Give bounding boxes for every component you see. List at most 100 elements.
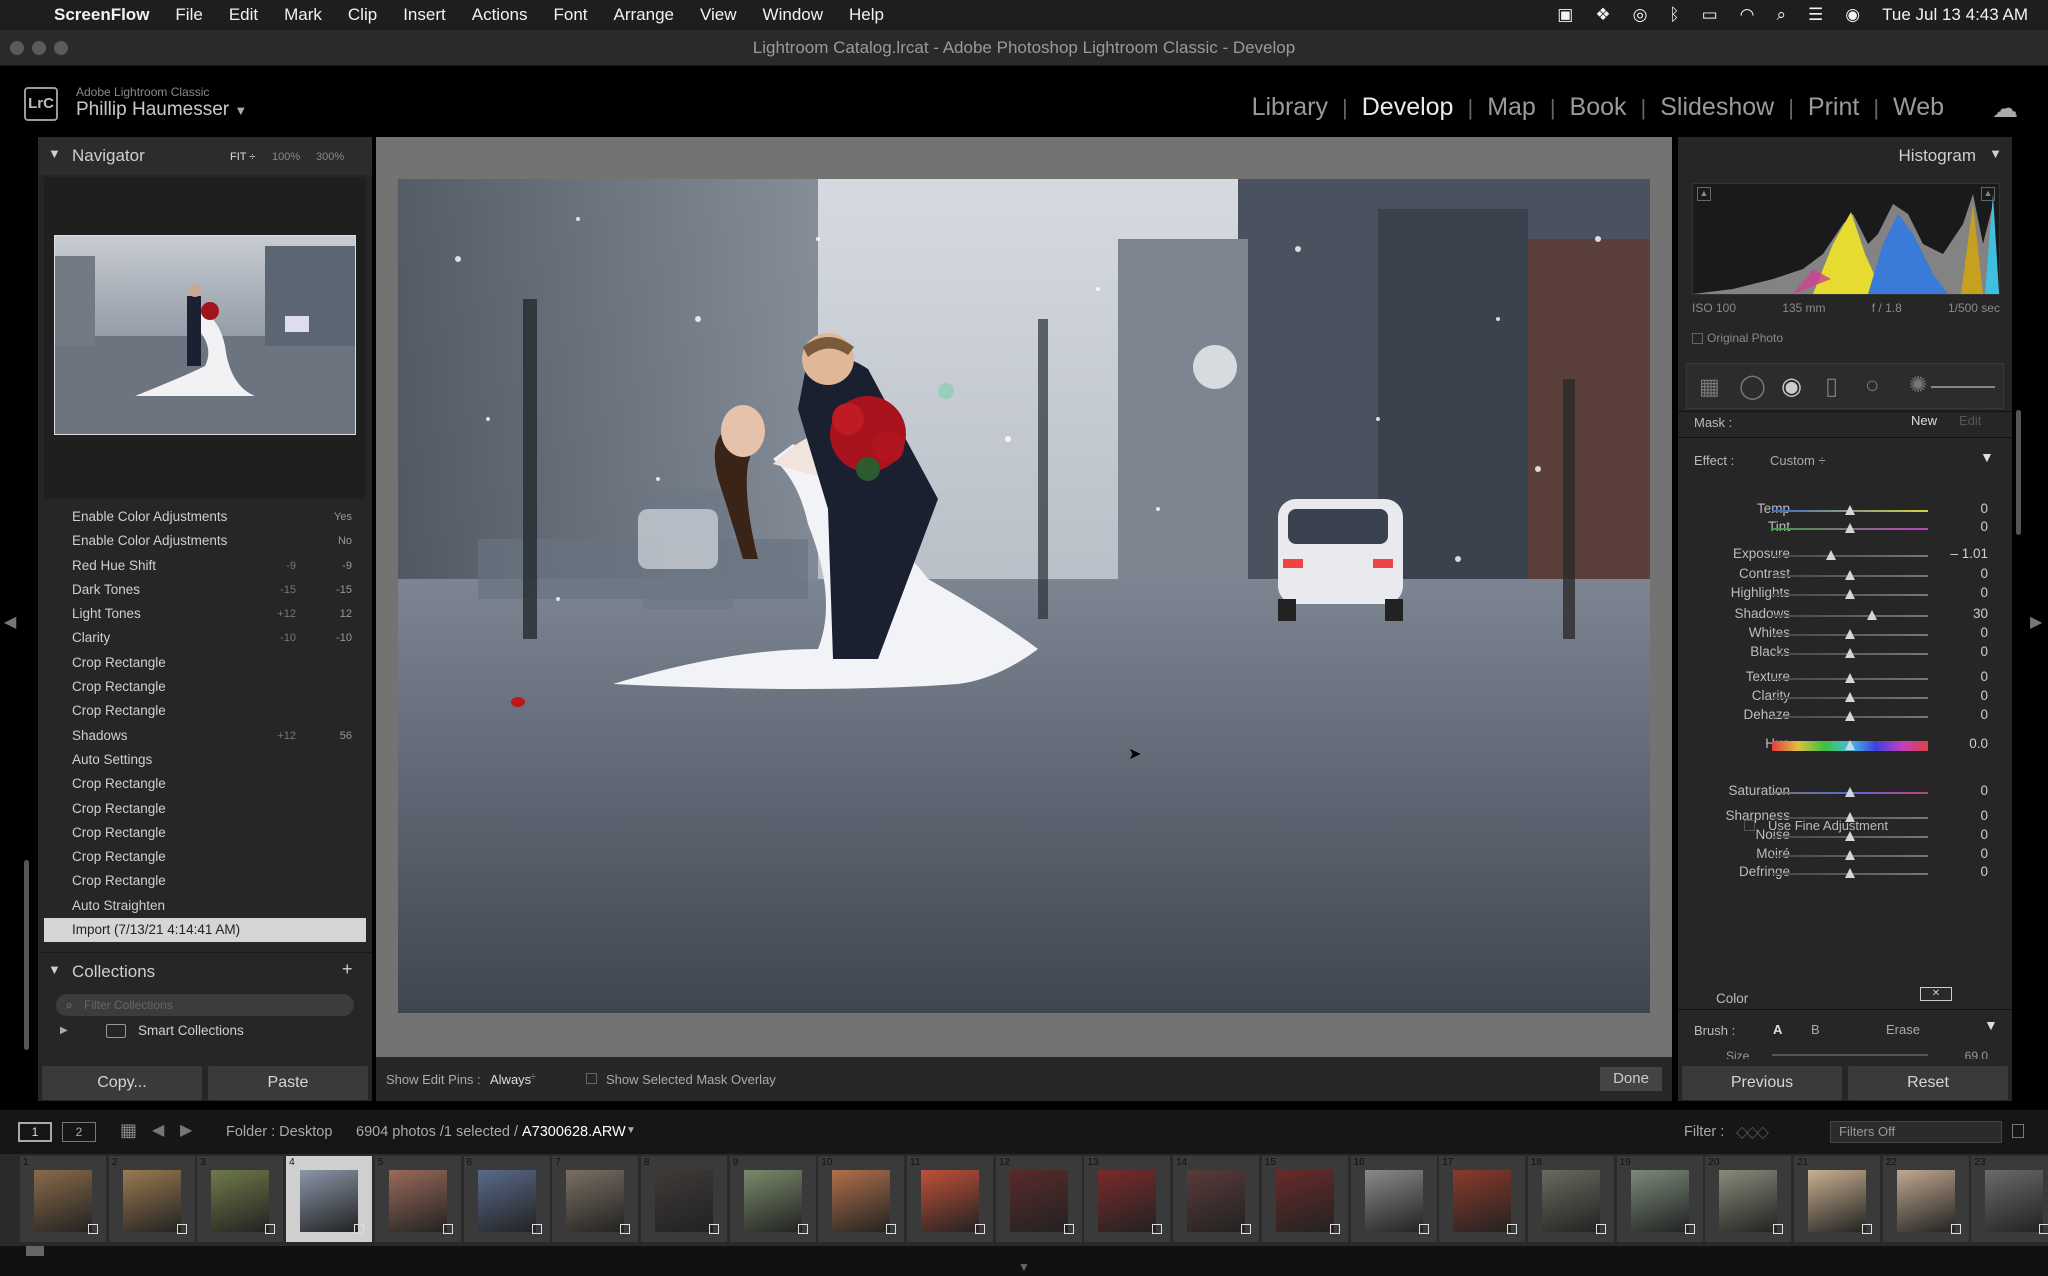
collapse-triangle-icon[interactable]: ▼ [48, 962, 61, 977]
add-collection-icon[interactable]: + [342, 959, 353, 980]
slider-thumb[interactable] [1845, 673, 1855, 683]
history-item[interactable]: Auto Settings [44, 748, 366, 772]
filter-lock-icon[interactable] [2012, 1124, 2024, 1138]
menu-window[interactable]: Window [763, 5, 823, 25]
spot-removal-icon[interactable]: ◯ [1739, 372, 1766, 401]
brush-b-button[interactable]: B [1811, 1022, 1820, 1037]
filmstrip-thumbnail[interactable]: 3 [197, 1156, 284, 1242]
slider-value[interactable]: 0 [1980, 585, 1988, 600]
chevron-down-icon[interactable]: ▼ [626, 1125, 636, 1136]
filter-collections-input[interactable]: ⌕ Filter Collections [56, 994, 354, 1016]
menu-file[interactable]: File [175, 5, 202, 25]
identity-plate-user[interactable]: Phillip Haumesser ▼ [76, 99, 247, 121]
slider-texture[interactable]: Texture 0 [1678, 668, 2012, 688]
slider-tint[interactable]: Tint 0 [1678, 518, 2012, 538]
copy-button[interactable]: Copy... [42, 1066, 202, 1100]
slider-thumb[interactable] [1845, 812, 1855, 822]
history-item[interactable]: Red Hue Shift -9 -9 [44, 554, 366, 578]
slider-value[interactable]: 0 [1980, 707, 1988, 722]
slider-value[interactable]: 0 [1980, 519, 1988, 534]
filter-preset-select[interactable]: Filters Off [1830, 1121, 2002, 1143]
slider-hue[interactable]: Hue0.0 [1678, 735, 2012, 755]
history-item[interactable]: Enable Color Adjustments No [44, 529, 366, 553]
slider-defringe[interactable]: Defringe 0 [1678, 863, 2012, 883]
brush-erase-button[interactable]: Erase [1886, 1022, 1920, 1037]
slider-moir-[interactable]: Moiré 0 [1678, 845, 2012, 865]
menu-edit[interactable]: Edit [229, 5, 258, 25]
module-develop[interactable]: Develop [1348, 93, 1468, 122]
menu-insert[interactable]: Insert [403, 5, 446, 25]
grid-view-icon[interactable]: ▦ [120, 1120, 137, 1141]
filmstrip-thumbnail[interactable]: 23 [1971, 1156, 2048, 1242]
collections-header[interactable]: ▼ Collections + [38, 952, 372, 990]
filmstrip-thumbnail[interactable]: 11 [907, 1156, 993, 1242]
module-slideshow[interactable]: Slideshow [1646, 93, 1788, 122]
filmstrip-thumbnail[interactable]: 22 [1882, 1156, 1969, 1242]
slider-value[interactable]: – 1.01 [1950, 546, 1988, 561]
history-item[interactable]: Auto Straighten [44, 894, 366, 918]
slider-value[interactable]: 0 [1980, 566, 1988, 581]
source-folder[interactable]: Folder : Desktop [226, 1124, 332, 1140]
brush-size-row[interactable]: Size 69.0 [1678, 1045, 2012, 1059]
effect-select[interactable]: Custom ÷ [1770, 453, 1826, 468]
zoom-100[interactable]: 100% [272, 151, 300, 163]
slider-saturation[interactable]: Saturation 0 [1678, 782, 2012, 802]
reset-button[interactable]: Reset [1848, 1066, 2008, 1100]
filmstrip-thumbnail[interactable]: 7 [552, 1156, 639, 1242]
filmstrip-thumbnail[interactable]: 21 [1794, 1156, 1880, 1242]
bluetooth-icon[interactable]: ᛒ [1669, 5, 1679, 25]
filmstrip-scrollbar[interactable] [26, 1246, 44, 1256]
filmstrip-thumbnail[interactable]: 20 [1705, 1156, 1792, 1242]
slider-value[interactable]: 0 [1980, 827, 1988, 842]
left-panel-scrollbar[interactable] [24, 860, 29, 1050]
filmstrip-thumbnail[interactable]: 12 [995, 1156, 1082, 1242]
slider-value[interactable]: 0.0 [1969, 736, 1988, 751]
zoom-window-button[interactable] [54, 41, 68, 55]
menu-actions[interactable]: Actions [472, 5, 528, 25]
slider-value[interactable]: 0 [1980, 783, 1988, 798]
smart-collections-item[interactable]: Smart Collections [138, 1023, 244, 1038]
close-window-button[interactable] [10, 41, 24, 55]
menu-clip[interactable]: Clip [348, 5, 377, 25]
slider-value[interactable]: 0 [1980, 846, 1988, 861]
history-item[interactable]: Crop Rectangle [44, 772, 366, 796]
module-map[interactable]: Map [1473, 93, 1550, 122]
brush-icon[interactable]: ✺ [1909, 372, 1927, 398]
filmstrip-thumbnail[interactable]: 6 [463, 1156, 550, 1242]
bottom-panel-toggle-icon[interactable]: ▼ [1018, 1260, 1030, 1274]
brush-size-track[interactable] [1772, 1054, 1928, 1056]
right-panel-toggle-icon[interactable]: ▶ [2030, 612, 2042, 632]
mask-edit-button[interactable]: Edit [1959, 413, 1981, 428]
previous-button[interactable]: Previous [1682, 1066, 1842, 1100]
filmstrip-thumbnail[interactable]: 15 [1261, 1156, 1348, 1242]
collapse-triangle-icon[interactable]: ▼ [1980, 449, 1994, 465]
control-center-icon[interactable]: ☰ [1808, 5, 1823, 25]
slider-value[interactable]: 0 [1980, 501, 1988, 516]
crop-overlay-icon[interactable]: ▦ [1699, 374, 1720, 400]
filmstrip-thumbnail[interactable]: 4 [286, 1156, 373, 1242]
selected-filename[interactable]: A7300628.ARW [522, 1124, 626, 1140]
filmstrip-thumbnail[interactable]: 5 [374, 1156, 461, 1242]
masking-icon[interactable]: ◉ [1781, 372, 1802, 401]
original-photo-toggle[interactable]: Original Photo [1692, 331, 1783, 345]
navigator-thumbnail[interactable] [54, 235, 356, 435]
collapse-triangle-icon[interactable]: ▼ [1984, 1017, 1998, 1033]
mask-overlay-checkbox[interactable] [586, 1073, 597, 1084]
paste-button[interactable]: Paste [208, 1066, 368, 1100]
slider-contrast[interactable]: Contrast 0 [1678, 565, 2012, 585]
module-book[interactable]: Book [1556, 93, 1641, 122]
slider-thumb[interactable] [1826, 550, 1837, 560]
histogram-header[interactable]: Histogram ▼ [1678, 137, 2012, 175]
forward-arrow-icon[interactable]: ▶ [180, 1120, 192, 1140]
menu-font[interactable]: Font [553, 5, 587, 25]
radial-filter-icon[interactable]: ○ [1865, 372, 1880, 400]
history-item[interactable]: Clarity -10 -10 [44, 626, 366, 650]
slider-blacks[interactable]: Blacks 0 [1678, 643, 2012, 663]
slider-thumb[interactable] [1845, 711, 1855, 721]
slider-value[interactable]: 0 [1980, 669, 1988, 684]
sync-icon[interactable]: ◎ [1633, 5, 1648, 25]
menu-mark[interactable]: Mark [284, 5, 322, 25]
slider-thumb[interactable] [1845, 850, 1855, 860]
filmstrip-thumbnail[interactable]: 2 [108, 1156, 195, 1242]
graduated-filter-icon[interactable]: ▯ [1825, 372, 1838, 401]
